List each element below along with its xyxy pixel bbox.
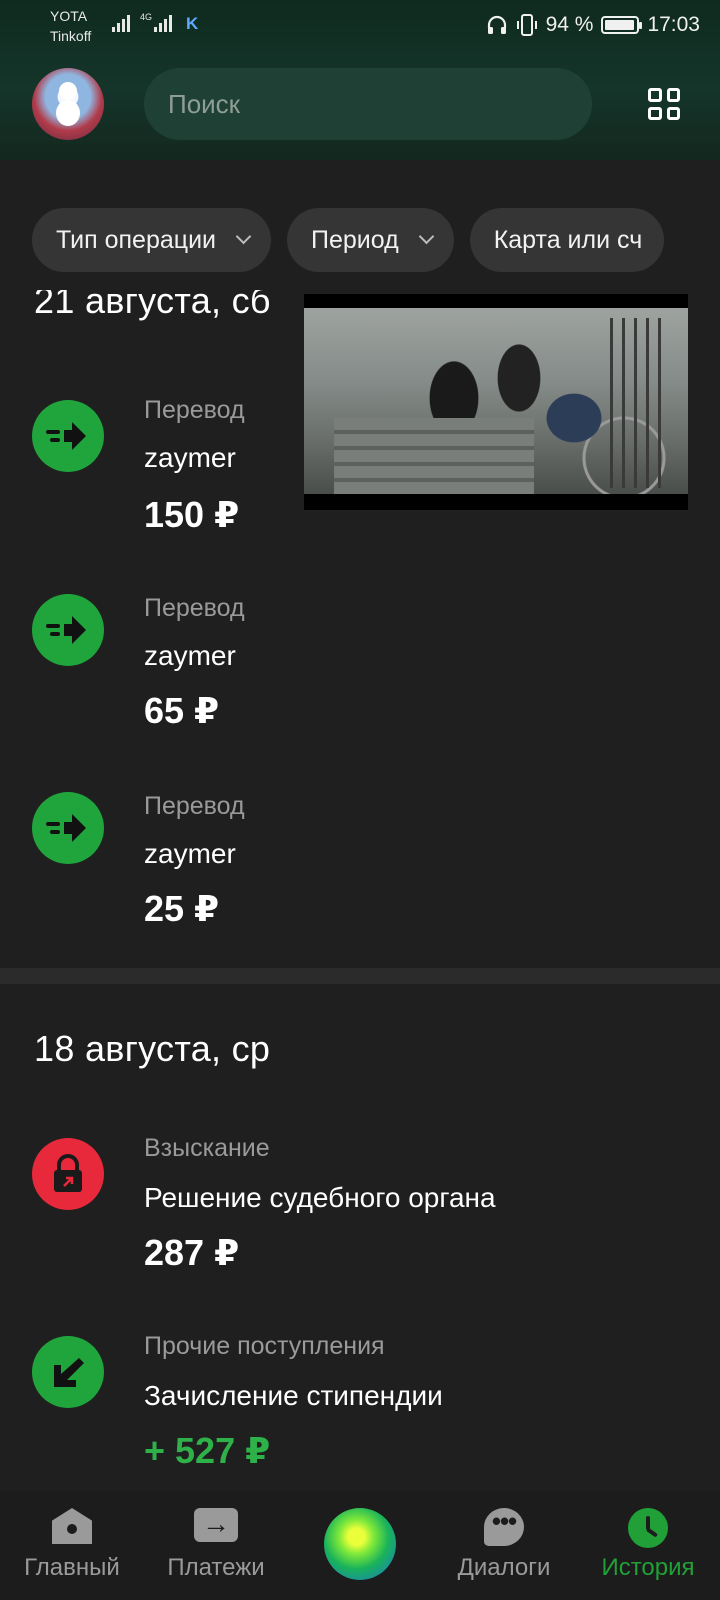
operation-category: Взыскание — [144, 1134, 270, 1162]
operation-amount: + 527 ₽ — [144, 1430, 271, 1471]
nav-payments[interactable]: → Платежи — [144, 1490, 288, 1600]
avatar-snowman-head — [59, 82, 77, 100]
arrow-right-icon — [32, 400, 104, 472]
filter-label: Карта или сч — [493, 225, 643, 254]
photo-bars — [610, 318, 670, 488]
operation-name: Зачисление стипендии — [144, 1380, 443, 1411]
arrow-right-icon — [32, 792, 104, 864]
search-input[interactable] — [168, 88, 592, 120]
vibrate-icon — [516, 14, 537, 36]
operation-name: zaymer — [144, 640, 236, 671]
app-header: YOTA Tinkoff 4G K 94 % 17:03 — [0, 0, 720, 160]
home-icon — [52, 1508, 92, 1544]
nav-label: Диалоги — [457, 1554, 551, 1581]
date-header: 18 августа, ср — [34, 1028, 271, 1069]
arrow-right-icon — [32, 594, 104, 666]
apps-grid-icon[interactable] — [648, 88, 680, 120]
vk-icon: K — [186, 14, 199, 33]
photo-scene — [304, 308, 688, 494]
operation-amount: 65 ₽ — [144, 690, 220, 731]
nav-history[interactable]: История — [576, 1490, 720, 1600]
filter-card-or-account[interactable]: Карта или сч — [469, 208, 665, 272]
clock-icon — [628, 1508, 668, 1548]
operation-name: zaymer — [144, 442, 236, 473]
operation-category: Перевод — [144, 594, 245, 622]
battery-icon — [601, 16, 643, 34]
carrier-2: Tinkoff — [50, 28, 92, 44]
section-divider — [0, 968, 720, 984]
operation-category: Прочие поступления — [144, 1332, 385, 1360]
filter-bar: Тип операции Период Карта или сч — [32, 208, 720, 272]
headphones-icon — [487, 15, 506, 34]
operation-amount: 150 ₽ — [144, 494, 240, 535]
carrier-names: YOTA Tinkoff — [50, 6, 91, 46]
lock-icon — [32, 1138, 104, 1210]
nav-label: Главный — [24, 1554, 120, 1581]
filter-operation-type[interactable]: Тип операции — [32, 208, 272, 272]
chevron-down-icon — [235, 228, 252, 244]
arrow-down-left-icon — [32, 1336, 104, 1408]
signal-icon-2 — [154, 14, 172, 32]
chevron-down-icon — [418, 228, 434, 244]
filter-period[interactable]: Период — [287, 208, 454, 272]
operation-amount: 287 ₽ — [144, 1232, 240, 1273]
photo-stairs — [334, 418, 534, 494]
avatar[interactable] — [32, 68, 104, 140]
payments-icon: → — [194, 1508, 238, 1542]
sber-assistant-icon[interactable] — [324, 1508, 396, 1580]
nav-label: История — [601, 1554, 695, 1581]
video-overlay-image[interactable] — [304, 294, 688, 510]
avatar-snowman-body — [56, 100, 80, 126]
battery-percent: 94 % — [545, 13, 594, 36]
status-bar: YOTA Tinkoff 4G K 94 % 17:03 — [0, 0, 720, 50]
operation-amount: 25 ₽ — [144, 888, 220, 929]
nav-label: Платежи — [167, 1554, 265, 1581]
search-field[interactable] — [144, 68, 592, 140]
date-header: 21 августа, сб — [34, 290, 271, 321]
operation-category: Перевод — [144, 792, 245, 820]
chat-icon: ••• — [484, 1508, 524, 1546]
operation-category: Перевод — [144, 396, 245, 424]
nav-home[interactable]: Главный — [0, 1490, 144, 1600]
network-type: 4G — [140, 12, 153, 22]
filter-label: Тип операции — [56, 225, 217, 254]
clock-time: 17:03 — [647, 13, 700, 36]
signal-icon — [112, 14, 130, 32]
nav-dialogs[interactable]: ••• Диалоги — [432, 1490, 576, 1600]
filter-label: Период — [311, 225, 399, 254]
status-right: 94 % 17:03 — [486, 10, 700, 40]
carrier-1: YOTA — [50, 8, 88, 24]
operation-name: zaymer — [144, 838, 236, 869]
battery-level — [605, 20, 634, 30]
operation-name: Решение судебного органа — [144, 1182, 496, 1213]
